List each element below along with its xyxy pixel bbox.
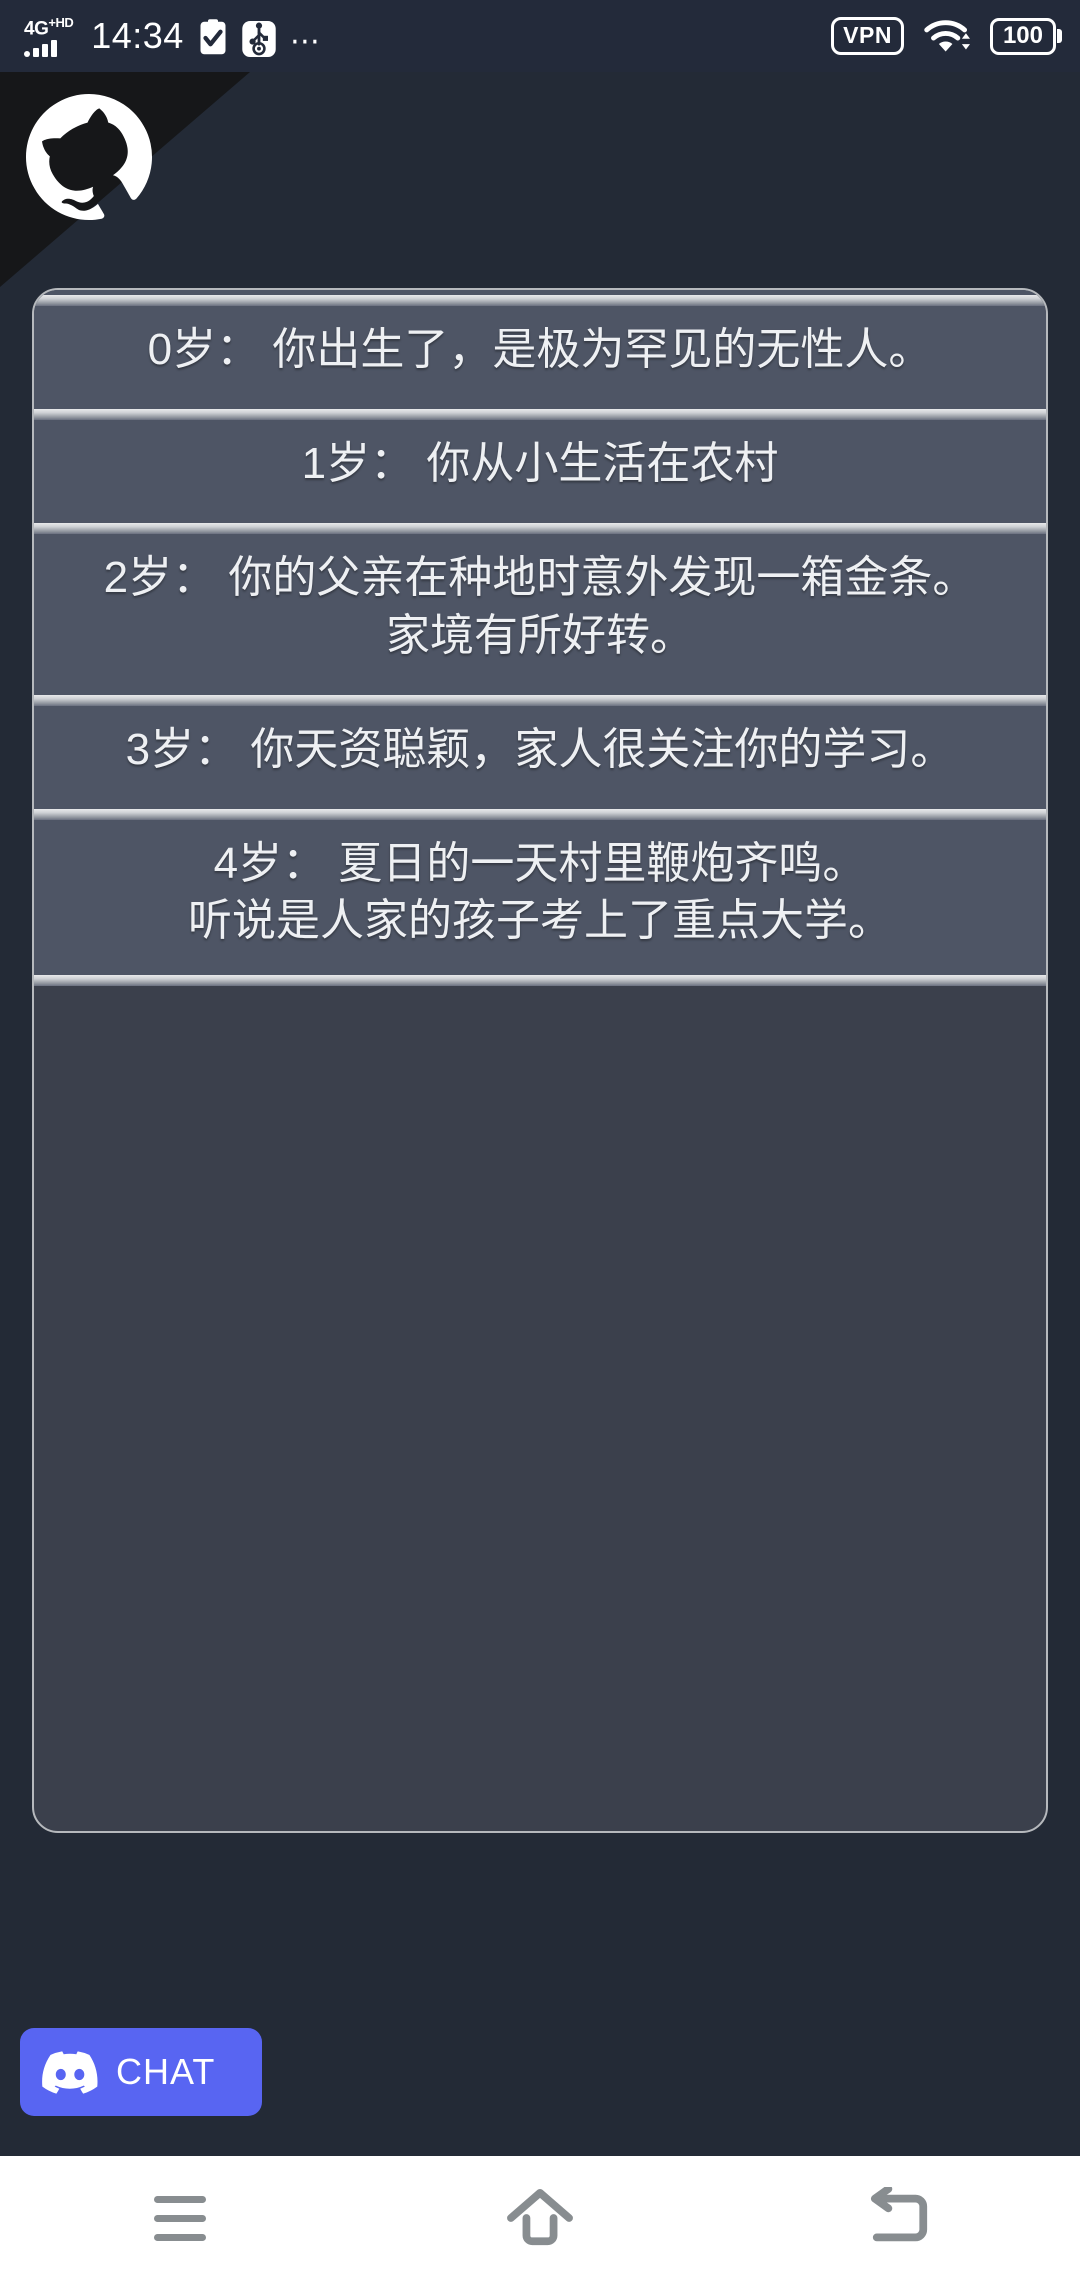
- list-item[interactable]: 1岁： 你从小生活在农村: [34, 404, 1046, 519]
- list-item[interactable]: 3岁： 你天资聪颖，家人很关注你的学习。: [34, 689, 1046, 804]
- chat-button-label: CHAT: [116, 2051, 216, 2092]
- life-log-list: 0岁： 你出生了，是极为罕见的无性人。 1岁： 你从小生活在农村 2岁： 你的父…: [34, 290, 1046, 1036]
- list-item[interactable]: 0岁： 你出生了，是极为罕见的无性人。: [34, 290, 1046, 405]
- overflow-dots-icon: ⋯: [289, 25, 323, 58]
- back-arrow-icon: [870, 2187, 928, 2242]
- network-type-label: 4G+HD: [24, 14, 74, 39]
- clipboard-check-icon: [198, 19, 228, 57]
- life-entry-text: 1岁： 你从小生活在农村: [301, 439, 779, 489]
- battery-indicator: 100: [989, 17, 1056, 55]
- discord-icon: [42, 2050, 98, 2094]
- status-bar-right: VPN 100: [831, 17, 1056, 55]
- life-log-panel[interactable]: 0岁： 你出生了，是极为罕见的无性人。 1岁： 你从小生活在农村 2岁： 你的父…: [32, 288, 1048, 1833]
- list-item[interactable]: 2岁： 你的父亲在种地时意外发现一箱金条。 家境有所好转。: [34, 518, 1046, 690]
- life-entry-text: 3岁： 你天资聪颖，家人很关注你的学习。: [125, 724, 955, 774]
- github-corner-ribbon[interactable]: [0, 72, 250, 287]
- phone-screen: 4G+HD 14:34 ⋯ VPN 100 0岁： 你出生了，是极为罕见的无性人…: [0, 0, 1080, 2280]
- status-bar: 4G+HD 14:34 ⋯ VPN 100: [0, 0, 1080, 72]
- signal-bars-icon: [24, 39, 57, 57]
- signal-indicator: 4G+HD: [24, 14, 74, 57]
- nav-recents-button[interactable]: [110, 2156, 250, 2280]
- discord-chat-button[interactable]: CHAT: [20, 2028, 262, 2116]
- usb-settings-icon: [242, 21, 276, 57]
- nav-back-button[interactable]: [830, 2156, 970, 2280]
- android-nav-bar: [0, 2156, 1080, 2280]
- nav-home-button[interactable]: [470, 2156, 610, 2280]
- status-bar-clock: 14:34: [91, 15, 184, 56]
- hamburger-icon: [154, 2195, 206, 2241]
- life-entry-text: 0岁： 你出生了，是极为罕见的无性人。: [147, 325, 933, 374]
- life-entry-text: 2岁： 你的父亲在种地时意外发现一箱金条。 家境有所好转。: [103, 553, 977, 660]
- list-item[interactable]: 4岁： 夏日的一天村里鞭炮齐鸣。 听说是人家的孩子考上了重点大学。: [34, 803, 1046, 976]
- status-bar-left: 4G+HD 14:34 ⋯: [24, 15, 323, 57]
- life-entry-text: 4岁： 夏日的一天村里鞭炮齐鸣。 听说是人家的孩子考上了重点大学。: [188, 838, 892, 946]
- list-empty-area: [34, 975, 1046, 1036]
- wifi-icon: [924, 18, 970, 54]
- home-icon: [507, 2188, 573, 2246]
- vpn-badge: VPN: [831, 17, 904, 55]
